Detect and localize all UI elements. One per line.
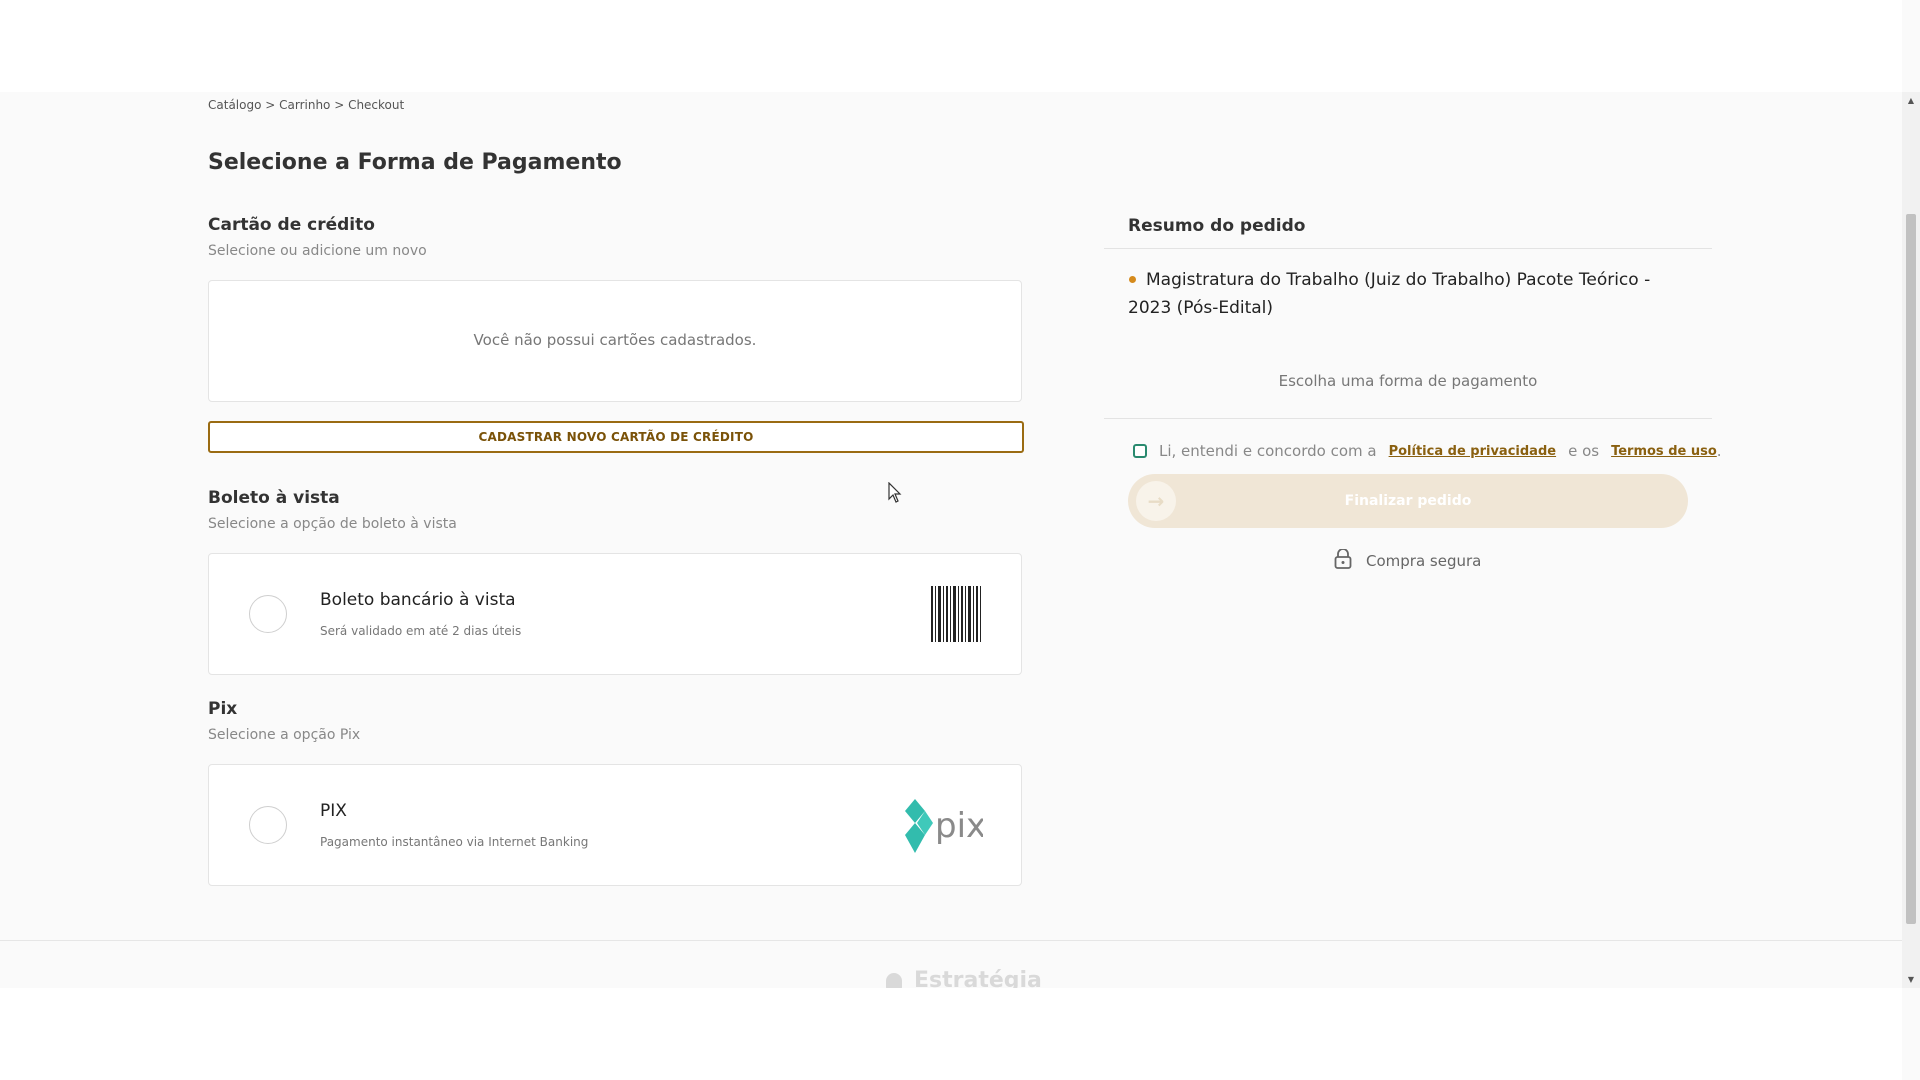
scroll-down-arrow-icon[interactable]: ▼: [1902, 975, 1920, 984]
secure-purchase-label: Compra segura: [1366, 552, 1482, 570]
terms-of-use-link[interactable]: Termos de uso: [1611, 444, 1717, 459]
pix-section-subtitle: Selecione a opção Pix: [208, 727, 361, 743]
scrollbar-thumb[interactable]: [1906, 214, 1916, 924]
checkout-page: Catálogo > Carrinho > Checkout Selecione…: [0, 0, 1920, 1080]
boleto-section-title: Boleto à vista: [208, 488, 340, 508]
summary-divider-bottom: [1104, 418, 1712, 419]
pix-radio[interactable]: [249, 806, 287, 844]
add-credit-card-button[interactable]: CADASTRAR NOVO CARTÃO DE CRÉDITO: [208, 421, 1024, 453]
lock-icon: [1334, 548, 1352, 573]
pix-section-title: Pix: [208, 699, 238, 719]
boleto-section-subtitle: Selecione a opção de boleto à vista: [208, 516, 457, 532]
scroll-up-arrow-icon[interactable]: ▲: [1902, 96, 1920, 105]
pix-logo-text: pix: [935, 806, 983, 846]
boleto-radio[interactable]: [249, 595, 287, 633]
pix-option-title: PIX: [320, 801, 347, 821]
payment-hint: Escolha uma forma de pagamento: [1278, 372, 1538, 390]
terms-period: .: [1716, 442, 1722, 460]
finish-order-button[interactable]: → Finalizar pedido: [1128, 474, 1688, 528]
boleto-option-card[interactable]: Boleto bancário à vista Será validado em…: [208, 553, 1022, 675]
terms-mid-text: e os: [1568, 442, 1600, 460]
barcode-icon: [931, 586, 981, 642]
credit-card-section-subtitle: Selecione ou adicione um novo: [208, 243, 427, 259]
no-cards-message: Você não possui cartões cadastrados.: [473, 331, 757, 349]
finish-order-label: Finalizar pedido: [1344, 493, 1472, 509]
pix-option-subtitle: Pagamento instantâneo via Internet Banki…: [320, 835, 589, 849]
boleto-option-subtitle: Será validado em até 2 dias úteis: [320, 624, 522, 638]
arrow-right-icon: →: [1136, 481, 1176, 521]
secure-purchase: Compra segura: [1334, 548, 1482, 573]
top-bar: [0, 0, 1902, 92]
pix-logo: pix: [903, 797, 986, 855]
terms-agreement: Li, entendi e concordo com a Política de…: [1133, 442, 1722, 460]
pix-option-card[interactable]: PIX Pagamento instantâneo via Internet B…: [208, 764, 1022, 886]
privacy-policy-link[interactable]: Política de privacidade: [1389, 444, 1556, 459]
page-scrollbar[interactable]: ▲ ▼: [1902, 92, 1920, 988]
saved-cards-panel: Você não possui cartões cadastrados.: [208, 280, 1022, 402]
bottom-area: [0, 988, 1902, 1080]
mouse-cursor-icon: [888, 481, 902, 508]
credit-card-section-title: Cartão de crédito: [208, 215, 375, 235]
page-title: Selecione a Forma de Pagamento: [208, 150, 622, 175]
footer-divider: [0, 940, 1902, 941]
product-name: Magistratura do Trabalho (Juiz do Trabal…: [1128, 270, 1651, 318]
order-summary-title: Resumo do pedido: [1128, 216, 1306, 236]
summary-divider: [1104, 248, 1712, 249]
breadcrumb[interactable]: Catálogo > Carrinho > Checkout: [208, 98, 404, 112]
terms-prefix-text: Li, entendi e concordo com a: [1159, 442, 1377, 460]
terms-checkbox[interactable]: [1133, 444, 1147, 458]
brand-mark-icon: [886, 972, 902, 989]
boleto-option-title: Boleto bancário à vista: [320, 590, 516, 610]
